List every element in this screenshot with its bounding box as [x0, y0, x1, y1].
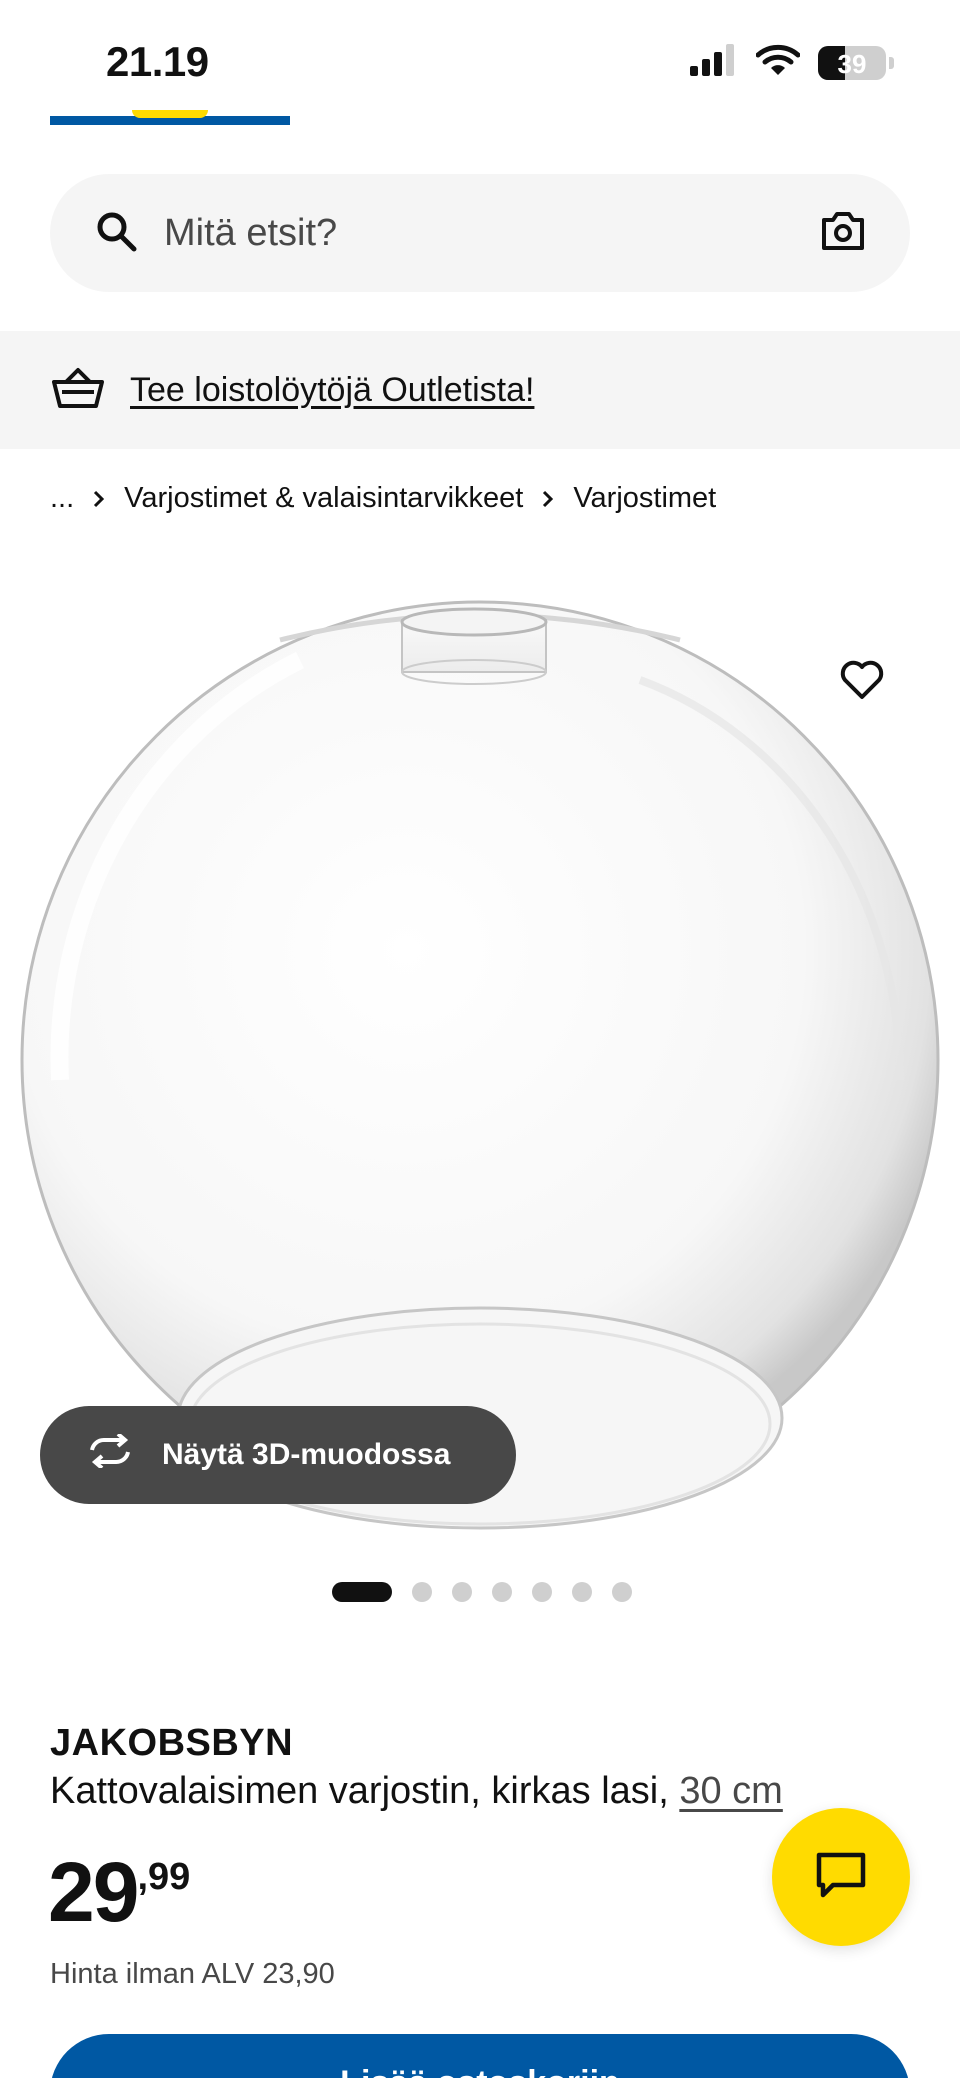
chat-button[interactable] [772, 1808, 910, 1946]
product-price: 29 ,99 [48, 1850, 190, 1934]
battery-indicator: 39 [818, 45, 886, 80]
breadcrumb-item-shades-and-accessories[interactable]: Varjostimet & valaisintarvikkeet [124, 482, 523, 515]
carousel-dot[interactable] [452, 1582, 472, 1602]
price-decimal: ,99 [137, 1856, 191, 1898]
outlet-promo-link[interactable]: Tee loistolöytöjä Outletista! [130, 371, 534, 410]
product-name: JAKOBSBYN [50, 1722, 294, 1764]
rotate-3d-icon [84, 1432, 136, 1476]
outlet-promo-banner[interactable]: Tee loistolöytöjä Outletista! [0, 331, 960, 449]
wifi-icon [755, 44, 801, 81]
image-carousel-indicator[interactable] [332, 1582, 632, 1602]
breadcrumb: ... Varjostimet & valaisintarvikkeet Var… [50, 482, 716, 515]
battery-cap [889, 56, 894, 69]
chevron-right-icon [541, 489, 555, 509]
search-icon [94, 209, 138, 258]
carousel-dot[interactable] [412, 1582, 432, 1602]
search-input[interactable] [164, 211, 820, 255]
carousel-dot[interactable] [612, 1582, 632, 1602]
search-bar[interactable] [50, 174, 910, 292]
chat-icon [815, 1851, 867, 1904]
breadcrumb-item-shades[interactable]: Varjostimet [573, 482, 716, 515]
heart-icon [839, 659, 885, 706]
favourite-button[interactable] [830, 650, 894, 714]
view-3d-button[interactable]: Näytä 3D-muodossa [40, 1406, 516, 1504]
carousel-dot[interactable] [492, 1582, 512, 1602]
status-time: 21.19 [106, 38, 209, 85]
camera-icon[interactable] [820, 211, 866, 256]
view-3d-label: Näytä 3D-muodossa [162, 1438, 451, 1471]
basket-icon [52, 366, 104, 415]
product-description: Kattovalaisimen varjostin, kirkas lasi, … [50, 1770, 783, 1813]
product-image[interactable] [0, 560, 960, 1540]
battery-percent: 39 [837, 48, 867, 79]
product-description-text: Kattovalaisimen varjostin, kirkas lasi, [50, 1770, 669, 1812]
add-to-cart-button[interactable]: Lisää ostoskoriin [50, 2034, 910, 2078]
status-icons: 39 [690, 44, 894, 81]
product-size-link[interactable]: 30 cm [679, 1770, 782, 1812]
carousel-dot[interactable] [572, 1582, 592, 1602]
chevron-right-icon [92, 489, 106, 509]
carousel-dot-active[interactable] [332, 1582, 392, 1602]
price-without-vat: Hinta ilman ALV 23,90 [50, 1958, 335, 1990]
logo-strip-accent [132, 110, 208, 118]
breadcrumb-ellipsis[interactable]: ... [50, 482, 74, 515]
status-bar: 21.19 39 [0, 0, 960, 110]
logo-strip [50, 110, 290, 125]
price-integer: 29 [48, 1845, 139, 1939]
cellular-signal-icon [690, 44, 738, 81]
carousel-dot[interactable] [532, 1582, 552, 1602]
